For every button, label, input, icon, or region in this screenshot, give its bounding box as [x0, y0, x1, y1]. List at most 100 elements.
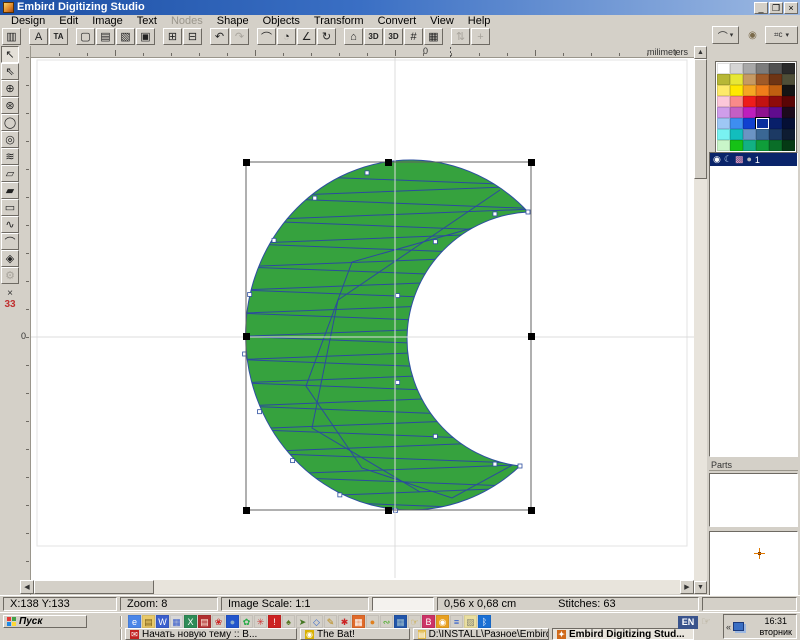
image-tool-button[interactable]: ▦	[424, 28, 443, 45]
palette-color-32[interactable]	[743, 118, 756, 129]
quick-launch-icon-19[interactable]: ▦	[394, 615, 407, 628]
palette-color-7[interactable]	[730, 74, 743, 85]
vertical-scrollbar[interactable]: ▲ ▼	[694, 46, 707, 594]
menu-shape[interactable]: Shape	[210, 15, 256, 27]
quick-launch-icon-0[interactable]: e	[128, 615, 141, 628]
selection-handle[interactable]	[243, 507, 250, 514]
scroll-down-button[interactable]: ▼	[694, 581, 707, 594]
palette-color-38[interactable]	[743, 129, 756, 140]
column-tool-button[interactable]: ▱	[1, 165, 19, 182]
palette-color-18[interactable]	[717, 96, 730, 107]
palette-color-47[interactable]	[782, 140, 795, 151]
menu-transform[interactable]: Transform	[307, 15, 371, 27]
parts-panel[interactable]	[709, 473, 798, 527]
palette-color-40[interactable]	[769, 129, 782, 140]
quick-launch-icon-23[interactable]: ≡	[450, 615, 463, 628]
scroll-right-button[interactable]: ▶	[680, 580, 694, 594]
visibility-eye-icon[interactable]: ◉	[713, 155, 721, 164]
quick-launch-icon-14[interactable]: ✎	[324, 615, 337, 628]
taskbar-button-3[interactable]: ✦Embird Digitizing Stud...	[552, 628, 694, 640]
hand-tray-icon[interactable]: ☞	[701, 615, 711, 628]
quick-launch-icon-1[interactable]: ▤	[142, 615, 155, 628]
quick-launch-icon-5[interactable]: ▤	[198, 615, 211, 628]
quick-launch-icon-13[interactable]: ◇	[310, 615, 323, 628]
selection-handle[interactable]	[243, 159, 250, 166]
palette-color-9[interactable]	[756, 74, 769, 85]
menu-help[interactable]: Help	[461, 15, 498, 27]
shape-fill-tool-button[interactable]: ▰	[1, 182, 19, 199]
zoom-1to1-tool-button[interactable]: ⊛	[1, 97, 19, 114]
zigzag-tool-button[interactable]: ∿	[1, 216, 19, 233]
menu-design[interactable]: Design	[4, 15, 52, 27]
palette-color-46[interactable]	[769, 140, 782, 151]
palette-color-15[interactable]	[756, 85, 769, 96]
density-gauge-button[interactable]: ◔	[277, 28, 296, 45]
rotate-button[interactable]: ↻	[317, 28, 336, 45]
quick-launch-icon-25[interactable]: ᛒ	[478, 615, 491, 628]
menu-objects[interactable]: Objects	[256, 15, 307, 27]
palette-color-28[interactable]	[769, 107, 782, 118]
palette-color-45[interactable]	[756, 140, 769, 151]
tray-chevron[interactable]: «	[726, 622, 731, 632]
title-bar[interactable]: Embird Digitizing Studio _ ❐ ×	[0, 0, 800, 15]
design-browser-button[interactable]: ▥	[2, 28, 21, 45]
taskbar-button-0[interactable]: ✉Начать новую тему :: B...	[125, 628, 297, 640]
undo-button[interactable]: ↶	[210, 28, 229, 45]
palette-color-33[interactable]	[756, 118, 769, 129]
palette-color-41[interactable]	[782, 129, 795, 140]
new-file-button[interactable]: ▢	[76, 28, 95, 45]
palette-color-4[interactable]	[769, 63, 782, 74]
palette-color-11[interactable]	[782, 74, 795, 85]
quick-launch-icon-4[interactable]: X	[184, 615, 197, 628]
quick-launch-icon-7[interactable]: ●	[226, 615, 239, 628]
palette-color-14[interactable]	[743, 85, 756, 96]
fill-shape-tool-button[interactable]: ◯	[1, 114, 19, 131]
vertical-scroll-thumb[interactable]	[694, 59, 707, 179]
palette-color-29[interactable]	[782, 107, 795, 118]
zoom-tool-button[interactable]: ⊕	[1, 80, 19, 97]
thread-spool-button[interactable]: ◉	[743, 26, 762, 44]
palette-color-31[interactable]	[730, 118, 743, 129]
node-edit-tool-button[interactable]: ⇖	[1, 63, 19, 80]
language-indicator[interactable]: EN	[678, 616, 698, 629]
quick-launch-icon-24[interactable]: ▨	[464, 615, 477, 628]
quick-launch-icon-16[interactable]: ▦	[352, 615, 365, 628]
scroll-left-button[interactable]: ◀	[20, 580, 34, 594]
view-3d-button[interactable]: 3D	[364, 28, 383, 45]
palette-color-26[interactable]	[743, 107, 756, 118]
horizontal-scrollbar[interactable]: ◀ ▶	[20, 580, 694, 594]
menu-text[interactable]: Text	[130, 15, 164, 27]
palette-color-8[interactable]	[743, 74, 756, 85]
outline-shape-tool-button[interactable]: ◎	[1, 131, 19, 148]
palette-color-17[interactable]	[782, 85, 795, 96]
restore-button[interactable]: ❐	[769, 2, 783, 14]
palette-color-23[interactable]	[782, 96, 795, 107]
horizontal-scroll-thumb[interactable]	[34, 580, 154, 594]
palette-color-24[interactable]	[717, 107, 730, 118]
palette-color-12[interactable]	[717, 85, 730, 96]
menu-image[interactable]: Image	[85, 15, 130, 27]
palette-color-0[interactable]	[717, 63, 730, 74]
selection-handle[interactable]	[528, 333, 535, 340]
quick-launch-icon-15[interactable]: ✱	[338, 615, 351, 628]
text-adjust-button[interactable]: TA	[49, 28, 68, 45]
sewing-simulator-button[interactable]: ⌂	[344, 28, 363, 45]
palette-color-1[interactable]	[730, 63, 743, 74]
thread-catalog-dropdown[interactable]: ⌗c ▾	[765, 26, 798, 44]
sfumato-tool-button[interactable]: ◈	[1, 250, 19, 267]
close-button[interactable]: ×	[784, 2, 798, 14]
selection-handle[interactable]	[385, 159, 392, 166]
arc-tool-button[interactable]: ⌒	[1, 233, 19, 250]
palette-color-35[interactable]	[782, 118, 795, 129]
quick-launch-icon-21[interactable]: B	[422, 615, 435, 628]
quick-launch-icon-12[interactable]: ➤	[296, 615, 309, 628]
palette-color-21[interactable]	[756, 96, 769, 107]
taskbar-button-1[interactable]: ◉The Bat!	[300, 628, 410, 640]
palette-color-34[interactable]	[769, 118, 782, 129]
preview-panel[interactable]	[709, 531, 798, 599]
palette-color-19[interactable]	[730, 96, 743, 107]
quick-launch-icon-8[interactable]: ✿	[240, 615, 253, 628]
quick-launch-icon-22[interactable]: ◉	[436, 615, 449, 628]
palette-color-16[interactable]	[769, 85, 782, 96]
copy-button[interactable]: ⊞	[163, 28, 182, 45]
